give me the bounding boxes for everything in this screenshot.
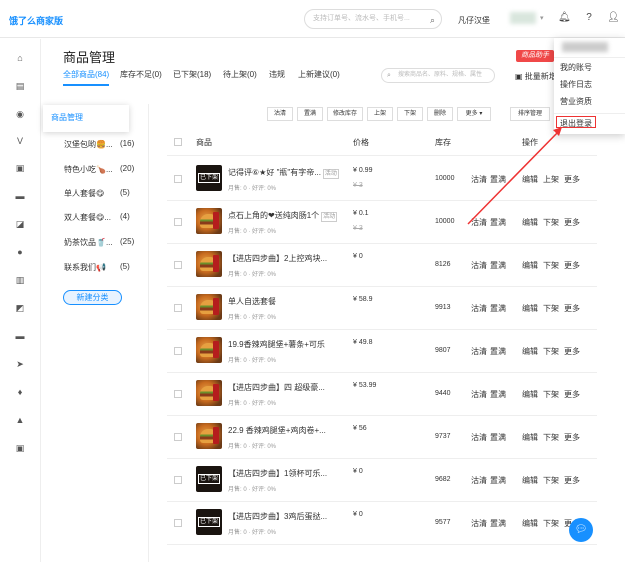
chat-button[interactable]: 💬︎ <box>569 518 593 542</box>
annotation-arrow <box>467 127 562 225</box>
arrow-head <box>553 127 562 136</box>
arrow-shaft <box>467 129 561 225</box>
